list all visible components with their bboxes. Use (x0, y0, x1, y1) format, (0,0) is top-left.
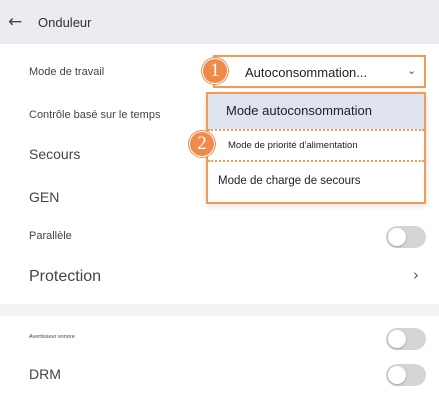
chevron-right-icon: › (413, 266, 419, 284)
protection-label: Protection (29, 268, 102, 285)
callout-badge-2: 2 (189, 131, 215, 157)
dropdown-option-power-priority[interactable]: Mode de priorité d'alimentation (208, 129, 424, 162)
option-label: Mode autoconsommation (226, 103, 372, 118)
buzzer-label: Avertisseur sonore (29, 334, 75, 340)
protection-row[interactable]: Protection › (0, 258, 439, 298)
parallel-row: Parallèle (0, 220, 439, 258)
backup-label: Secours (29, 146, 81, 162)
buzzer-toggle[interactable] (386, 328, 426, 350)
chevron-down-icon: ⌄ (407, 64, 417, 77)
back-arrow-icon[interactable]: ← (8, 12, 38, 32)
app-header: ← Onduleur (0, 0, 439, 44)
page-title: Onduleur (38, 14, 92, 30)
time-control-label: Contrôle basé sur le temps (29, 109, 161, 121)
parallel-label: Parallèle (29, 230, 72, 242)
parallel-toggle[interactable] (386, 226, 426, 248)
dropdown-option-backup-charge[interactable]: Mode de charge de secours (208, 162, 424, 202)
toggle-knob (388, 366, 406, 384)
drm-row: DRM (0, 358, 439, 398)
work-mode-dropdown-menu: Mode autoconsommation Mode de priorité d… (206, 92, 426, 204)
drm-label: DRM (29, 366, 61, 382)
work-mode-select[interactable]: Autoconsommation... ⌄ (213, 55, 426, 88)
callout-badge-1: 1 (202, 58, 228, 84)
work-mode-select-value: Autoconsommation... (245, 65, 368, 80)
drm-toggle[interactable] (386, 364, 426, 386)
toggle-knob (388, 228, 406, 246)
section-divider (0, 304, 439, 316)
gen-label: GEN (29, 189, 60, 205)
option-label: Mode de priorité d'alimentation (228, 140, 358, 151)
work-mode-label: Mode de travail (29, 66, 105, 78)
option-label: Mode de charge de secours (218, 175, 361, 187)
buzzer-row: Avertisseur sonore (0, 322, 439, 356)
dropdown-option-self-consumption[interactable]: Mode autoconsommation (208, 94, 424, 129)
toggle-knob (388, 330, 406, 348)
